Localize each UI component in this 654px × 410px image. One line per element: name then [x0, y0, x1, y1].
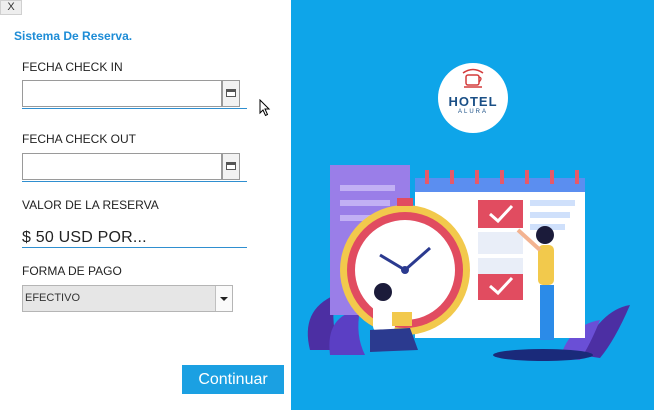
checkout-calendar-button[interactable]	[222, 153, 240, 180]
payment-select-value: EFECTIVO	[25, 292, 81, 304]
calendar-icon	[226, 89, 236, 97]
chevron-down-icon[interactable]	[215, 286, 232, 311]
checkin-label: FECHA CHECK IN	[22, 60, 123, 74]
booking-illustration	[307, 165, 630, 361]
mouse-cursor-icon	[259, 99, 271, 117]
checkout-date-field[interactable]	[22, 153, 222, 180]
checkout-underline	[22, 181, 247, 182]
calendar-icon	[226, 162, 236, 170]
pago-label: FORMA DE PAGO	[22, 264, 122, 278]
form-title: Sistema De Reserva.	[14, 29, 133, 43]
close-button[interactable]: X	[0, 0, 22, 15]
logo-subtext: ALURA	[457, 109, 488, 115]
logo-text: HOTEL	[448, 94, 498, 109]
valor-label: VALOR DE LA RESERVA	[22, 198, 159, 212]
valor-field[interactable]: $ 50 USD POR...	[22, 229, 147, 247]
valor-underline	[22, 247, 247, 248]
payment-select[interactable]: EFECTIVO	[22, 285, 233, 312]
checkout-label: FECHA CHECK OUT	[22, 132, 137, 146]
coffee-cup-icon	[462, 68, 484, 88]
hotel-alura-logo: HOTEL ALURA	[438, 63, 508, 133]
continuar-button[interactable]: Continuar	[182, 365, 284, 394]
checkin-date-field[interactable]	[22, 80, 222, 107]
checkin-underline	[22, 108, 247, 109]
checkin-calendar-button[interactable]	[222, 80, 240, 107]
reservation-form-panel: X Sistema De Reserva. FECHA CHECK IN FEC…	[0, 0, 291, 410]
